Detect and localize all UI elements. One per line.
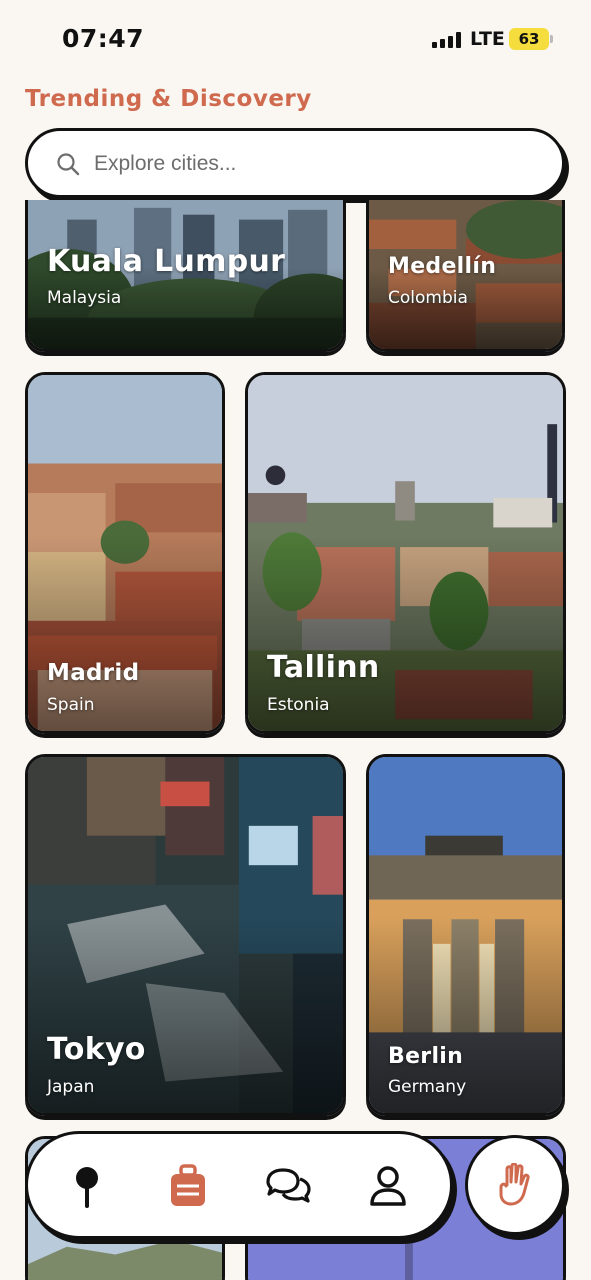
network-label: LTE: [470, 28, 505, 50]
country-name: Spain: [47, 695, 95, 715]
country-name: Colombia: [388, 288, 468, 308]
city-name: Berlin: [388, 1044, 464, 1069]
wave-action-button[interactable]: [465, 1135, 565, 1235]
page-title: Trending & Discovery: [25, 86, 312, 112]
city-card-berlin[interactable]: Berlin Germany: [366, 754, 565, 1116]
search-input[interactable]: [94, 145, 534, 183]
nav-trips-button[interactable]: [164, 1162, 212, 1210]
city-card-tokyo[interactable]: Tokyo Japan: [25, 754, 346, 1116]
country-name: Estonia: [267, 695, 330, 715]
bottom-nav: [25, 1131, 453, 1239]
city-name: Kuala Lumpur: [47, 244, 286, 279]
photo-gradient: [28, 267, 343, 349]
status-bar: 07:47 LTE 63: [0, 0, 591, 70]
city-card-madrid[interactable]: Madrid Spain: [25, 372, 225, 734]
country-name: Malaysia: [47, 288, 122, 308]
city-name: Madrid: [47, 660, 140, 686]
nav-map-button[interactable]: [63, 1162, 111, 1210]
nav-chat-button[interactable]: [264, 1162, 312, 1210]
battery-icon: 63: [509, 28, 549, 50]
search-icon: [57, 153, 80, 176]
city-name: Medellín: [388, 254, 497, 279]
profile-icon: [370, 1166, 406, 1206]
city-card-medellin[interactable]: Medellín Colombia: [366, 200, 565, 352]
city-name: Tallinn: [267, 650, 380, 685]
suitcase-icon: [171, 1164, 205, 1206]
photo-gradient: [369, 267, 562, 349]
status-time: 07:47: [62, 24, 145, 53]
city-name: Tokyo: [47, 1032, 146, 1067]
screen: 07:47 LTE 63 Trending & Discovery Explor…: [0, 0, 591, 1280]
search-bar[interactable]: [25, 128, 565, 198]
battery-tip: [550, 35, 553, 43]
city-card-kuala-lumpur[interactable]: Kuala Lumpur Malaysia: [25, 200, 346, 352]
signal-icon: [432, 32, 462, 48]
map-pin-icon: [76, 1167, 98, 1208]
nav-profile-button[interactable]: [364, 1162, 412, 1210]
country-name: Japan: [47, 1077, 95, 1097]
country-name: Germany: [388, 1077, 467, 1097]
hand-wave-icon: [499, 1163, 530, 1206]
city-card-tallinn[interactable]: Tallinn Estonia: [245, 372, 566, 734]
chat-bubbles-icon: [266, 1168, 311, 1203]
